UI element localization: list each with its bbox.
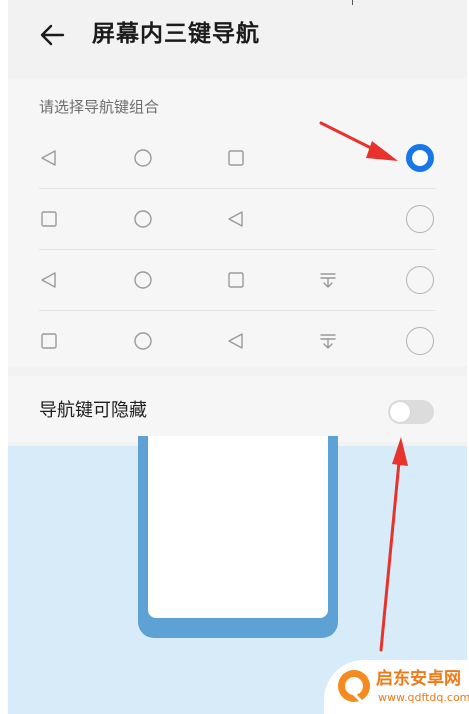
home-circle-icon [134,332,152,350]
notification-pulldown-icon [320,273,336,288]
radio-unselected[interactable] [406,327,434,355]
hide-nav-toggle[interactable] [388,400,434,424]
phone-frame [138,436,338,638]
recent-square-icon [41,333,57,349]
recent-square-icon [228,272,244,288]
home-circle-icon [134,271,152,289]
top-mark [352,0,353,5]
toggle-knob [390,402,410,422]
nav-option-1[interactable] [8,128,467,189]
recent-square-icon [228,150,244,166]
radio-unselected[interactable] [406,266,434,294]
page-title: 屏幕内三键导航 [92,21,260,47]
back-button[interactable] [36,18,70,52]
back-triangle-icon [228,333,243,349]
watermark: 启东安卓网 www.qdftdq.com [324,660,469,714]
nav-option-3[interactable] [8,250,467,311]
logo-icon [338,670,370,702]
left-margin [0,0,8,714]
settings-page: 屏幕内三键导航 请选择导航键组合 导航键可隐藏 [8,0,467,714]
section-label: 请选择导航键组合 [39,98,160,116]
home-circle-icon [134,149,152,167]
watermark-name: 启东安卓网 [376,669,461,689]
watermark-url: www.qdftdq.com [378,691,469,704]
home-circle-icon [134,210,152,228]
radio-selected[interactable] [406,144,434,172]
notification-pulldown-icon [320,334,336,349]
hide-nav-label: 导航键可隐藏 [39,400,147,421]
nav-option-2[interactable] [8,189,467,250]
back-triangle-icon [41,150,56,166]
phone-screen [148,436,328,618]
hide-nav-setting-row: 导航键可隐藏 [8,376,467,442]
recent-square-icon [41,211,57,227]
nav-combination-card: 请选择导航键组合 [8,78,467,366]
radio-unselected[interactable] [406,205,434,233]
back-triangle-icon [41,272,56,288]
arrow-left-icon [40,24,65,46]
header-bar: 屏幕内三键导航 [8,0,467,70]
back-triangle-icon [228,211,243,227]
nav-option-4[interactable] [8,311,467,372]
